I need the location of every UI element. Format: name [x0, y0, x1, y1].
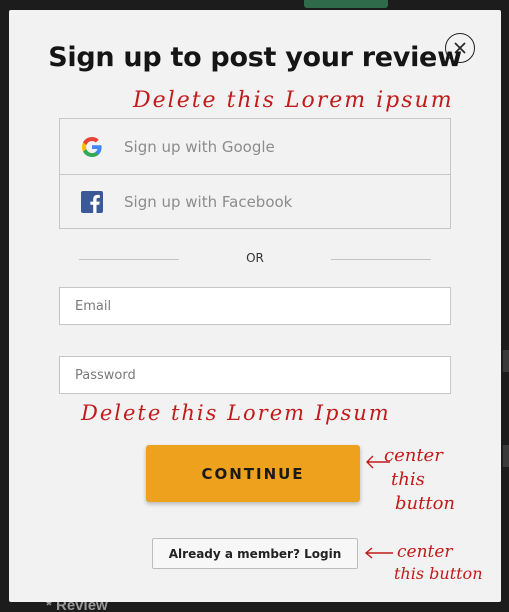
annotation-delete-lorem-1: Delete this Lorem ipsum	[133, 88, 454, 113]
google-signup-label: Sign up with Google	[124, 137, 275, 156]
annotation-center-button-line: center	[384, 445, 443, 466]
modal-title: Sign up to post your review	[48, 42, 462, 73]
background-green-button	[304, 0, 388, 8]
continue-button[interactable]: CONTINUE	[146, 445, 360, 502]
annotation-center-button-line: this	[391, 469, 425, 490]
email-field[interactable]	[59, 287, 451, 325]
google-signup-button[interactable]: Sign up with Google	[60, 119, 450, 174]
facebook-signup-button[interactable]: Sign up with Facebook	[60, 174, 450, 229]
background-bar	[503, 350, 509, 372]
signup-modal: Sign up to post your review Delete this …	[9, 10, 501, 602]
google-icon	[80, 135, 104, 159]
facebook-icon	[80, 190, 104, 214]
login-button[interactable]: Already a member? Login	[152, 538, 358, 569]
facebook-signup-label: Sign up with Facebook	[124, 193, 293, 211]
annotation-center-button-line: center	[397, 542, 453, 562]
divider-or-text: OR	[246, 251, 264, 265]
background-bar	[503, 445, 509, 467]
annotation-delete-lorem-2: Delete this Lorem Ipsum	[81, 401, 391, 425]
annotation-center-button-line: button	[395, 493, 456, 514]
divider-line-right	[331, 259, 431, 260]
arrow-left-icon	[364, 547, 393, 559]
annotation-center-button-line: this button	[394, 564, 483, 583]
password-field[interactable]	[59, 356, 451, 394]
social-signup-box: Sign up with Google Sign up with Faceboo…	[59, 118, 451, 229]
